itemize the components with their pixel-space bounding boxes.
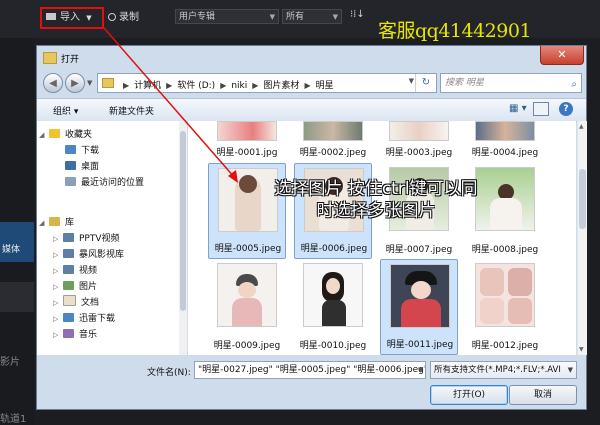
annotation-line-1: 选择图片 按住ctrl键可以同 [274,179,478,199]
annotation-line-2: 时选择多张图片 [316,201,436,221]
annotation-text: 选择图片 按住ctrl键可以同 时选择多张图片 [246,178,506,222]
